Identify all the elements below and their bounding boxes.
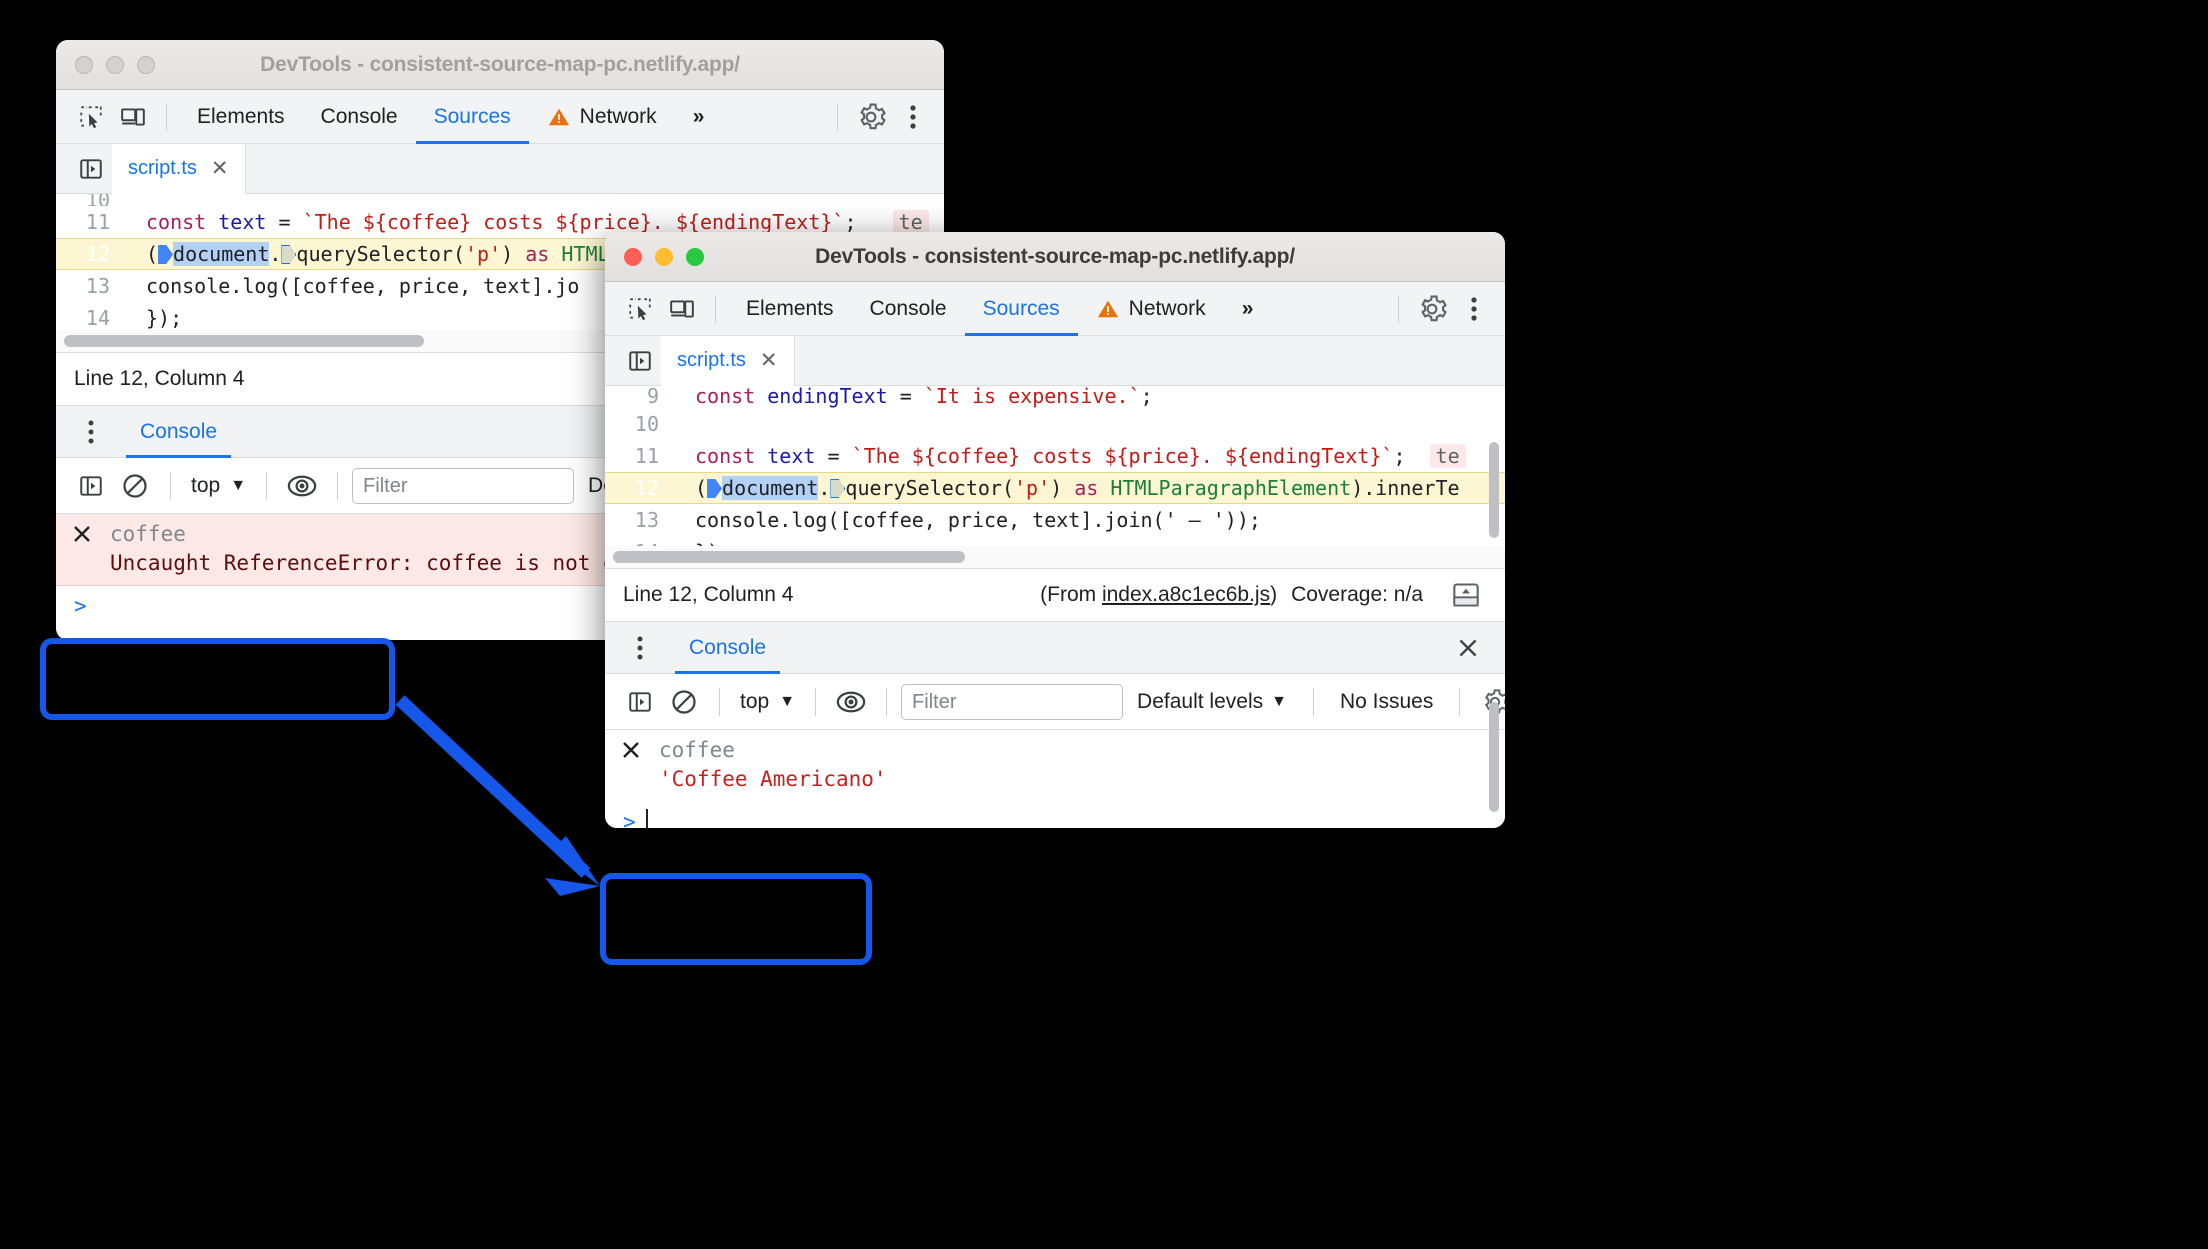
- comparison-arrow: [395, 695, 600, 896]
- screenshot-stage: DevTools - consistent-source-map-pc.netl…: [0, 0, 2208, 1249]
